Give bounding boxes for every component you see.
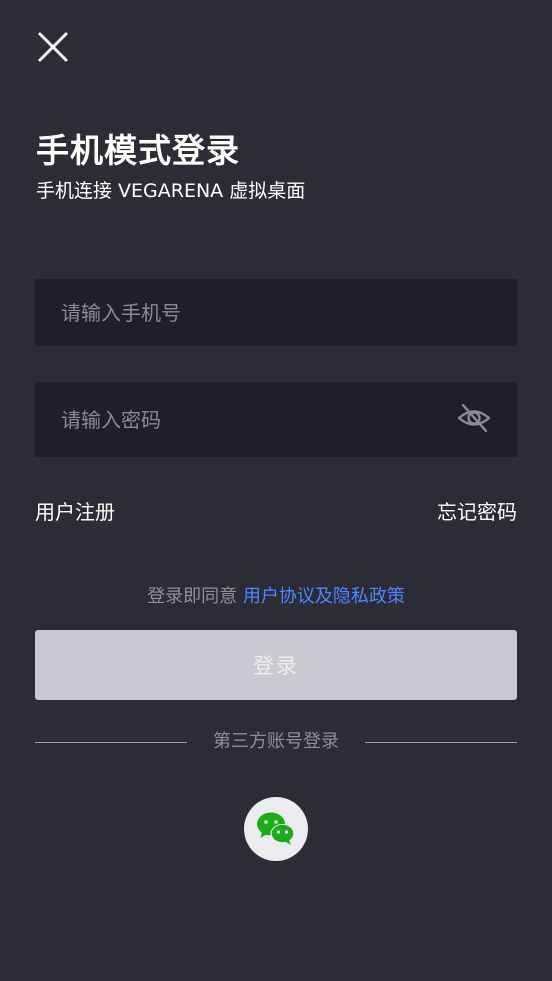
divider-left bbox=[35, 742, 187, 743]
page-subtitle: 手机连接 VEGARENA 虚拟桌面 bbox=[36, 180, 306, 202]
wechat-login-button[interactable] bbox=[244, 797, 308, 861]
password-field[interactable] bbox=[35, 382, 517, 457]
wechat-icon bbox=[257, 812, 295, 845]
close-icon bbox=[38, 32, 68, 62]
login-button[interactable]: 登录 bbox=[35, 630, 517, 700]
agreement-prefix: 登录即同意 bbox=[147, 586, 238, 607]
close-button[interactable] bbox=[33, 27, 73, 67]
eye-off-icon bbox=[457, 403, 491, 433]
agreement-link[interactable]: 用户协议及隐私政策 bbox=[243, 586, 405, 607]
toggle-password-visibility-button[interactable] bbox=[456, 400, 492, 436]
phone-field[interactable] bbox=[35, 279, 517, 346]
page-title: 手机模式登录 bbox=[36, 131, 240, 170]
password-input[interactable] bbox=[35, 382, 517, 457]
register-link[interactable]: 用户注册 bbox=[35, 498, 115, 526]
forgot-password-link[interactable]: 忘记密码 bbox=[437, 498, 517, 526]
agreement-text: 登录即同意 用户协议及隐私政策 bbox=[0, 584, 552, 610]
third-party-login-label: 第三方账号登录 bbox=[213, 731, 339, 752]
divider-right bbox=[365, 742, 517, 743]
phone-input[interactable] bbox=[35, 279, 517, 346]
